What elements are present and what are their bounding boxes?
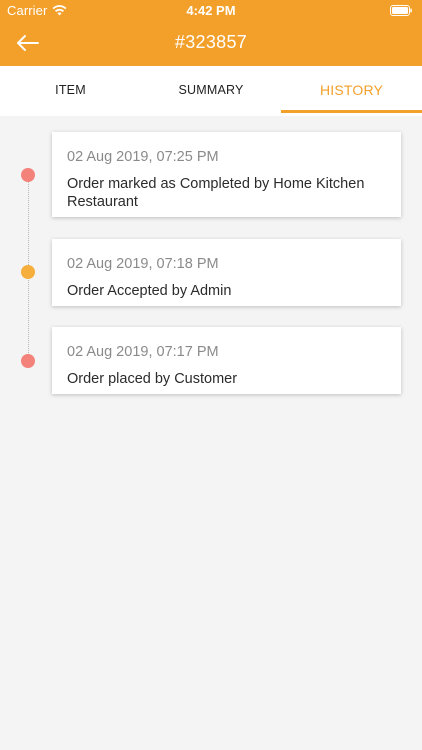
- history-timestamp: 02 Aug 2019, 07:18 PM: [67, 256, 219, 272]
- timeline-dot: [21, 168, 35, 182]
- active-tab-indicator: [281, 110, 422, 113]
- history-description: Order Accepted by Admin: [67, 283, 232, 299]
- timeline-dot: [21, 265, 35, 279]
- history-timestamp: 02 Aug 2019, 07:25 PM: [67, 149, 219, 165]
- tab-item[interactable]: ITEM: [0, 66, 141, 116]
- history-card: 02 Aug 2019, 07:25 PM Order marked as Co…: [52, 132, 401, 217]
- battery-icon: [390, 5, 412, 16]
- history-description: Order placed by Customer: [67, 371, 238, 387]
- app-header: Carrier 4:42 PM #323857: [0, 0, 422, 66]
- tab-summary[interactable]: SUMMARY: [141, 66, 281, 116]
- timeline-dot: [21, 354, 35, 368]
- tab-bar: ITEM SUMMARY HISTORY: [0, 66, 422, 116]
- history-description: Order marked as Completed by Home Kitche…: [67, 176, 365, 210]
- status-bar: Carrier 4:42 PM: [0, 0, 422, 22]
- history-card: 02 Aug 2019, 07:18 PM Order Accepted by …: [52, 239, 401, 306]
- tab-history[interactable]: HISTORY: [281, 66, 422, 116]
- order-number-title: #323857: [174, 32, 248, 52]
- history-card: 02 Aug 2019, 07:17 PM Order placed by Cu…: [52, 327, 401, 394]
- history-timestamp: 02 Aug 2019, 07:17 PM: [67, 344, 219, 360]
- status-time: 4:42 PM: [186, 3, 236, 18]
